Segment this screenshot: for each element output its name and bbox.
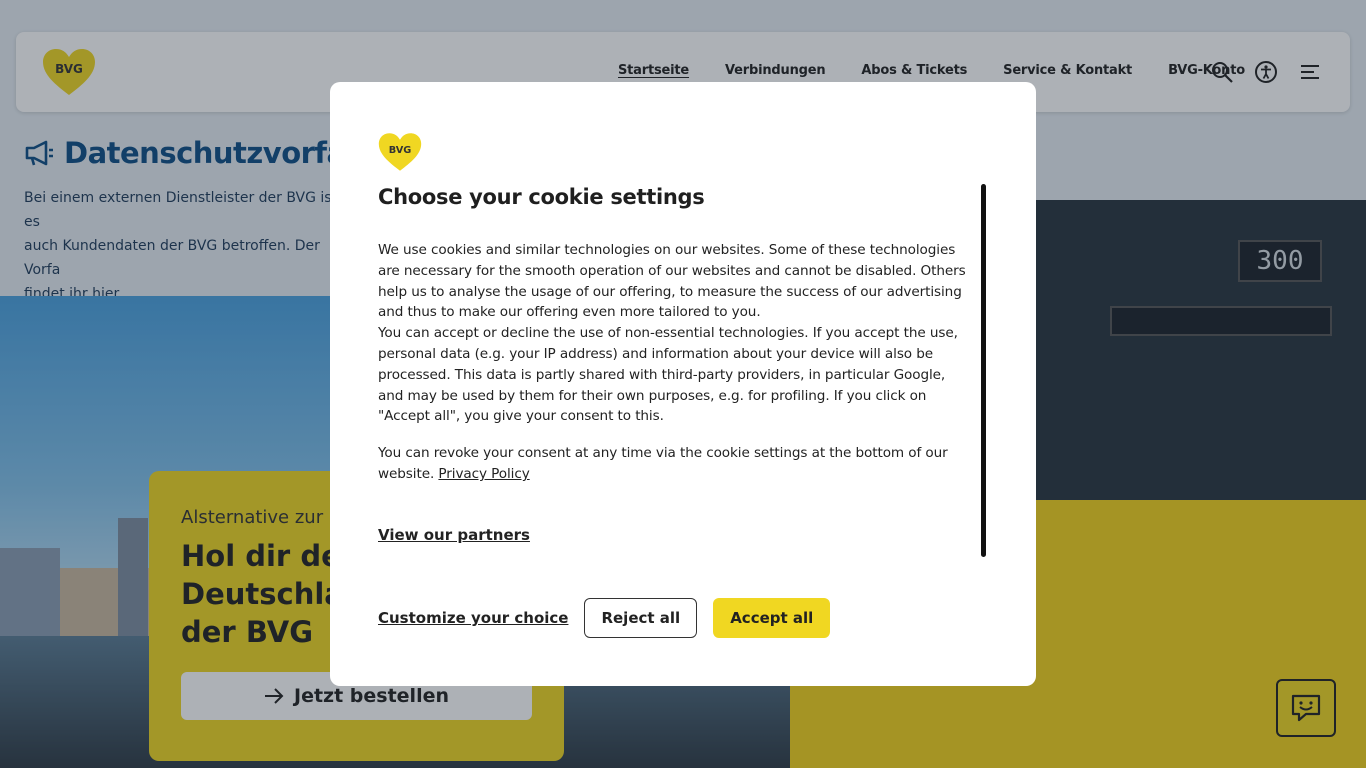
cookie-paragraph-1: We use cookies and similar technologies …: [378, 242, 966, 321]
accept-all-button[interactable]: Accept all: [713, 598, 831, 638]
privacy-policy-link[interactable]: Privacy Policy: [438, 466, 529, 482]
view-partners-link[interactable]: View our partners: [378, 526, 530, 544]
dialog-logo-text: BVG: [389, 145, 412, 156]
cookie-paragraph-3: You can revoke your consent at any time …: [378, 443, 972, 485]
reject-all-button[interactable]: Reject all: [584, 598, 698, 638]
bvg-logo: BVG: [378, 133, 422, 171]
cookie-dialog: BVG Choose your cookie settings We use c…: [330, 82, 1036, 686]
cookie-paragraph-2: You can accept or decline the use of non…: [378, 325, 958, 425]
cookie-dialog-body: We use cookies and similar technologies …: [378, 240, 972, 501]
dialog-scrollbar[interactable]: [981, 184, 986, 557]
cookie-actions: Customize your choice Reject all Accept …: [378, 598, 831, 638]
customize-choice-button[interactable]: Customize your choice: [378, 609, 568, 627]
cookie-dialog-title: Choose your cookie settings: [378, 185, 705, 209]
